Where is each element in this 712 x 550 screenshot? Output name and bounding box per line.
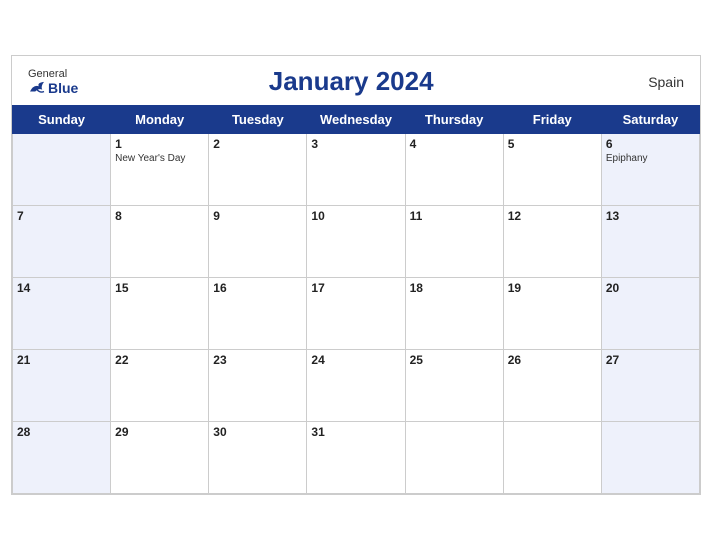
day-number: 1	[115, 137, 204, 151]
day-number: 19	[508, 281, 597, 295]
day-event: New Year's Day	[115, 153, 204, 164]
day-number: 20	[606, 281, 695, 295]
country-name: Spain	[624, 74, 684, 90]
calendar-title: January 2024	[78, 66, 624, 97]
day-number: 17	[311, 281, 400, 295]
logo-blue-text: Blue	[28, 80, 78, 96]
header-monday: Monday	[111, 106, 209, 134]
day-number: 24	[311, 353, 400, 367]
calendar-cell: 2	[209, 134, 307, 206]
day-number: 5	[508, 137, 597, 151]
calendar-cell: 16	[209, 278, 307, 350]
week-row-4: 21 22 23 24 25 26 27	[13, 350, 700, 422]
day-number: 13	[606, 209, 695, 223]
day-number: 6	[606, 137, 695, 151]
calendar-cell: 9	[209, 206, 307, 278]
calendar-cell: 13	[601, 206, 699, 278]
calendar-cell: 23	[209, 350, 307, 422]
day-number: 25	[410, 353, 499, 367]
header-tuesday: Tuesday	[209, 106, 307, 134]
calendar-header: General Blue January 2024 Spain	[12, 56, 700, 105]
day-number: 26	[508, 353, 597, 367]
calendar-cell: 18	[405, 278, 503, 350]
calendar-cell	[405, 422, 503, 494]
day-number: 28	[17, 425, 106, 439]
day-number: 21	[17, 353, 106, 367]
day-number: 18	[410, 281, 499, 295]
calendar-cell: 19	[503, 278, 601, 350]
calendar-cell: 12	[503, 206, 601, 278]
calendar-cell: 11	[405, 206, 503, 278]
calendar-table: Sunday Monday Tuesday Wednesday Thursday…	[12, 105, 700, 494]
calendar-cell: 6 Epiphany	[601, 134, 699, 206]
calendar-cell: 26	[503, 350, 601, 422]
calendar-cell	[503, 422, 601, 494]
day-number: 31	[311, 425, 400, 439]
week-row-2: 789 10 11 12 13	[13, 206, 700, 278]
week-row-1: 1 New Year's Day 23456 Epiphany	[13, 134, 700, 206]
calendar-container: General Blue January 2024 Spain Sunday M…	[11, 55, 701, 495]
day-number: 29	[115, 425, 204, 439]
calendar-cell: 17	[307, 278, 405, 350]
calendar-cell: 29	[111, 422, 209, 494]
day-number: 9	[213, 209, 302, 223]
calendar-cell: 30	[209, 422, 307, 494]
day-number: 30	[213, 425, 302, 439]
calendar-cell	[601, 422, 699, 494]
calendar-cell: 20	[601, 278, 699, 350]
calendar-cell: 24	[307, 350, 405, 422]
day-event: Epiphany	[606, 153, 695, 164]
calendar-cell: 3	[307, 134, 405, 206]
header-saturday: Saturday	[601, 106, 699, 134]
calendar-cell: 21	[13, 350, 111, 422]
calendar-cell: 10	[307, 206, 405, 278]
header-wednesday: Wednesday	[307, 106, 405, 134]
calendar-cell	[13, 134, 111, 206]
day-number: 11	[410, 209, 499, 223]
day-number: 27	[606, 353, 695, 367]
calendar-cell: 15	[111, 278, 209, 350]
header-thursday: Thursday	[405, 106, 503, 134]
day-number: 2	[213, 137, 302, 151]
calendar-cell: 7	[13, 206, 111, 278]
day-number: 4	[410, 137, 499, 151]
day-number: 8	[115, 209, 204, 223]
calendar-cell: 27	[601, 350, 699, 422]
calendar-cell: 22	[111, 350, 209, 422]
day-number: 3	[311, 137, 400, 151]
day-number: 10	[311, 209, 400, 223]
day-number: 15	[115, 281, 204, 295]
logo-area: General Blue	[28, 68, 78, 96]
calendar-cell: 1 New Year's Day	[111, 134, 209, 206]
week-row-5: 28 29 30 31	[13, 422, 700, 494]
calendar-cell: 25	[405, 350, 503, 422]
weekday-header-row: Sunday Monday Tuesday Wednesday Thursday…	[13, 106, 700, 134]
calendar-cell: 4	[405, 134, 503, 206]
header-sunday: Sunday	[13, 106, 111, 134]
calendar-cell: 5	[503, 134, 601, 206]
calendar-cell: 31	[307, 422, 405, 494]
day-number: 22	[115, 353, 204, 367]
day-number: 12	[508, 209, 597, 223]
day-number: 7	[17, 209, 106, 223]
day-number: 16	[213, 281, 302, 295]
calendar-cell: 28	[13, 422, 111, 494]
day-number: 23	[213, 353, 302, 367]
week-row-3: 14 15 16 17 18 19 20	[13, 278, 700, 350]
calendar-cell: 14	[13, 278, 111, 350]
header-friday: Friday	[503, 106, 601, 134]
day-number: 14	[17, 281, 106, 295]
logo-general-text: General	[28, 68, 67, 80]
calendar-cell: 8	[111, 206, 209, 278]
logo-bird-icon	[28, 81, 46, 95]
